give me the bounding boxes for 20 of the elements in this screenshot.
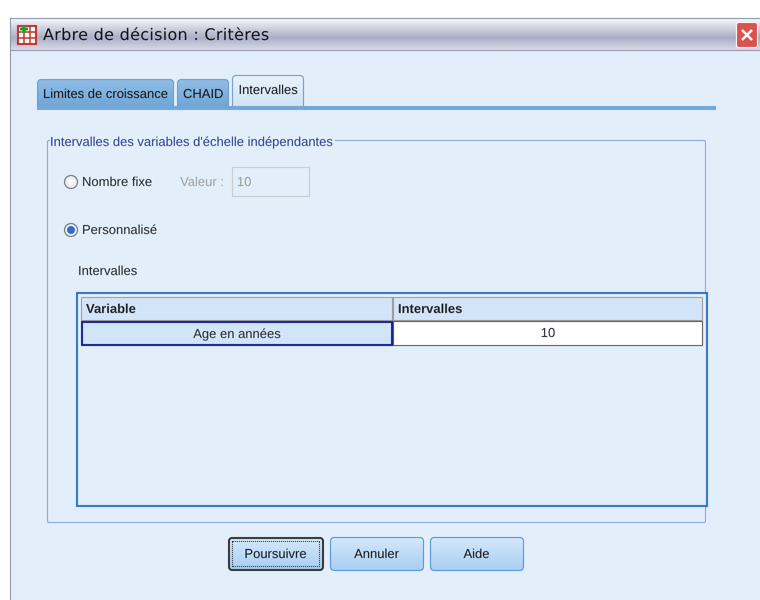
dialog-button[interactable]: Poursuivre — [228, 536, 324, 570]
close-button[interactable] — [736, 22, 758, 48]
window-title: Arbre de décision : Critères — [43, 24, 270, 46]
close-icon — [739, 26, 755, 42]
table-cell[interactable]: 10 — [393, 320, 703, 346]
tab[interactable]: CHAID — [177, 79, 230, 106]
radio-label: Nombre fixe — [82, 172, 152, 191]
column-header[interactable]: Intervalles — [393, 297, 703, 320]
radio-button[interactable] — [64, 222, 78, 236]
tab[interactable]: Intervalles — [232, 75, 304, 106]
table-cell[interactable]: Age en années — [81, 320, 393, 346]
radio-button[interactable] — [64, 174, 78, 188]
radio-label: Personnalisé — [82, 220, 158, 239]
dialog-button[interactable]: Aide — [430, 536, 524, 570]
column-header[interactable]: Variable — [81, 297, 393, 320]
field-label: Valeur : — [180, 172, 224, 191]
dialog-button[interactable]: Annuler — [330, 536, 424, 570]
grid-icon — [17, 24, 37, 44]
list-label: Intervalles — [78, 262, 138, 280]
tab[interactable]: Limites de croissance — [37, 79, 174, 106]
